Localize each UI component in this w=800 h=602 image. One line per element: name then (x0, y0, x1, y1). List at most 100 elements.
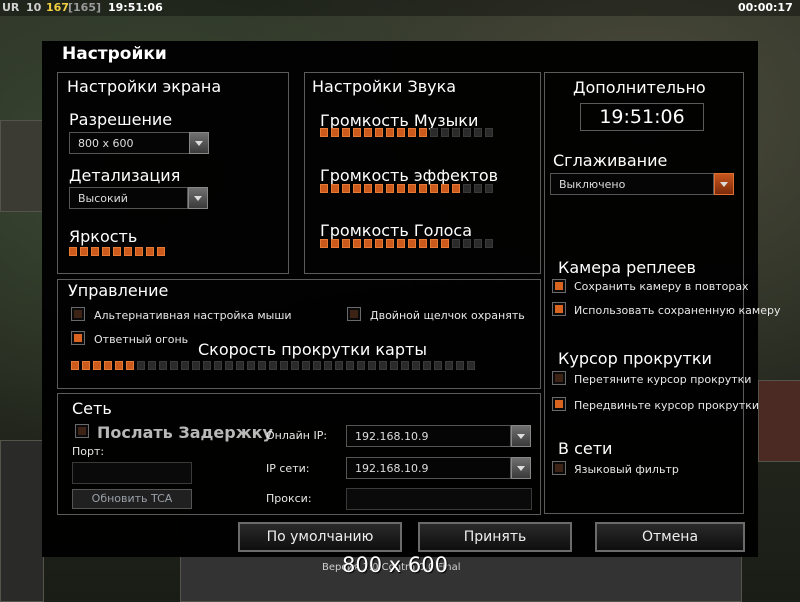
slider-segment[interactable] (408, 128, 416, 137)
slider-segment[interactable] (364, 239, 372, 248)
slider-segment[interactable] (225, 361, 233, 370)
slider-segment[interactable] (430, 239, 438, 248)
antialias-select[interactable]: Выключено (550, 173, 714, 195)
slider-segment[interactable] (467, 361, 475, 370)
slider-segment[interactable] (430, 128, 438, 137)
slider-segment[interactable] (397, 184, 405, 193)
slider-segment[interactable] (419, 184, 427, 193)
slider-segment[interactable] (401, 361, 409, 370)
drag-cursor-checkbox[interactable] (552, 371, 566, 385)
slider-segment[interactable] (353, 128, 361, 137)
slider-segment[interactable] (280, 361, 288, 370)
slider-segment[interactable] (386, 239, 394, 248)
slider-segment[interactable] (368, 361, 376, 370)
use-saved-camera-checkbox[interactable] (552, 302, 566, 316)
defaults-button[interactable]: По умолчанию (238, 522, 402, 552)
slider-segment[interactable] (441, 239, 449, 248)
slider-segment[interactable] (456, 361, 464, 370)
slider-segment[interactable] (269, 361, 277, 370)
save-camera-checkbox[interactable] (552, 279, 566, 293)
slider-segment[interactable] (91, 247, 99, 256)
double-click-checkbox[interactable] (347, 307, 361, 321)
resolution-dropdown-icon[interactable] (189, 132, 209, 154)
slider-segment[interactable] (258, 361, 266, 370)
slider-segment[interactable] (463, 184, 471, 193)
slider-segment[interactable] (346, 361, 354, 370)
slider-segment[interactable] (386, 128, 394, 137)
slider-segment[interactable] (474, 184, 482, 193)
slider-segment[interactable] (434, 361, 442, 370)
slider-segment[interactable] (485, 128, 493, 137)
resolution-select[interactable]: 800 x 600 (69, 132, 190, 154)
proxy-input[interactable] (346, 488, 532, 510)
slider-segment[interactable] (445, 361, 453, 370)
antialias-dropdown-icon[interactable] (714, 173, 734, 195)
slider-segment[interactable] (331, 128, 339, 137)
online-ip-dropdown-icon[interactable] (511, 425, 531, 447)
slider-segment[interactable] (390, 361, 398, 370)
slider-segment[interactable] (80, 247, 88, 256)
slider-segment[interactable] (375, 239, 383, 248)
send-delay-checkbox[interactable] (75, 424, 89, 438)
slider-segment[interactable] (236, 361, 244, 370)
slider-segment[interactable] (71, 361, 79, 370)
slider-segment[interactable] (357, 361, 365, 370)
slider-segment[interactable] (342, 184, 350, 193)
slider-segment[interactable] (408, 184, 416, 193)
slider-segment[interactable] (247, 361, 255, 370)
slider-segment[interactable] (192, 361, 200, 370)
slider-segment[interactable] (115, 361, 123, 370)
move-cursor-checkbox[interactable] (552, 397, 566, 411)
return-fire-checkbox[interactable] (71, 331, 85, 345)
slider-segment[interactable] (485, 239, 493, 248)
slider-segment[interactable] (353, 184, 361, 193)
slider-segment[interactable] (146, 247, 154, 256)
slider-segment[interactable] (126, 361, 134, 370)
slider-segment[interactable] (353, 239, 361, 248)
slider-segment[interactable] (69, 247, 77, 256)
brightness-slider[interactable] (69, 247, 165, 256)
slider-segment[interactable] (441, 184, 449, 193)
cancel-button[interactable]: Отмена (595, 522, 745, 552)
slider-segment[interactable] (331, 184, 339, 193)
lan-ip-select[interactable]: 192.168.10.9 (346, 457, 511, 479)
slider-segment[interactable] (364, 184, 372, 193)
slider-segment[interactable] (441, 128, 449, 137)
slider-segment[interactable] (320, 128, 328, 137)
slider-segment[interactable] (408, 239, 416, 248)
slider-segment[interactable] (181, 361, 189, 370)
slider-segment[interactable] (104, 361, 112, 370)
slider-segment[interactable] (320, 239, 328, 248)
slider-segment[interactable] (170, 361, 178, 370)
slider-segment[interactable] (412, 361, 420, 370)
port-input[interactable] (72, 462, 192, 484)
slider-segment[interactable] (342, 128, 350, 137)
slider-segment[interactable] (419, 128, 427, 137)
slider-segment[interactable] (463, 128, 471, 137)
slider-segment[interactable] (485, 184, 493, 193)
slider-segment[interactable] (342, 239, 350, 248)
slider-segment[interactable] (320, 184, 328, 193)
slider-segment[interactable] (331, 239, 339, 248)
slider-segment[interactable] (452, 239, 460, 248)
slider-segment[interactable] (148, 361, 156, 370)
slider-segment[interactable] (135, 247, 143, 256)
lan-ip-dropdown-icon[interactable] (511, 457, 531, 479)
slider-segment[interactable] (397, 128, 405, 137)
slider-segment[interactable] (291, 361, 299, 370)
slider-segment[interactable] (214, 361, 222, 370)
slider-segment[interactable] (419, 239, 427, 248)
slider-segment[interactable] (386, 184, 394, 193)
slider-segment[interactable] (93, 361, 101, 370)
slider-segment[interactable] (82, 361, 90, 370)
slider-segment[interactable] (113, 247, 121, 256)
slider-segment[interactable] (102, 247, 110, 256)
slider-segment[interactable] (452, 128, 460, 137)
slider-segment[interactable] (313, 361, 321, 370)
accept-button[interactable]: Принять (418, 522, 572, 552)
slider-segment[interactable] (364, 128, 372, 137)
slider-segment[interactable] (157, 247, 165, 256)
slider-segment[interactable] (375, 128, 383, 137)
slider-segment[interactable] (474, 128, 482, 137)
slider-segment[interactable] (137, 361, 145, 370)
